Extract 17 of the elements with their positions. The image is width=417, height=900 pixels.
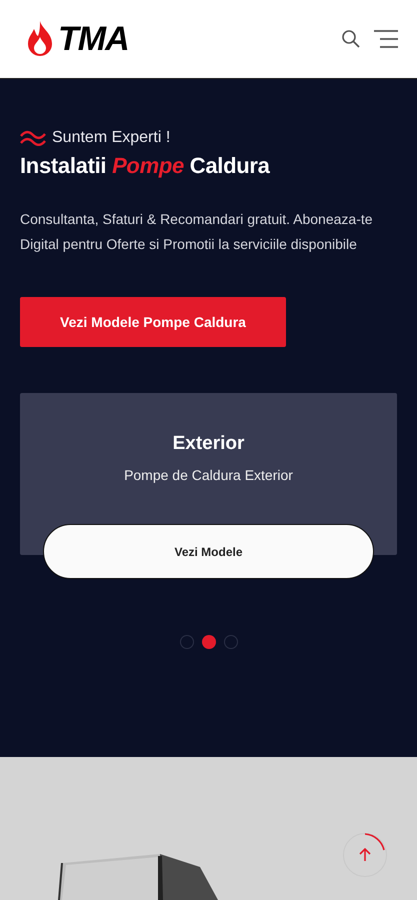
progress-arc xyxy=(364,833,385,851)
scroll-top-button[interactable] xyxy=(343,833,387,877)
search-icon[interactable] xyxy=(341,29,361,49)
carousel-dot[interactable] xyxy=(180,635,194,649)
models-button[interactable]: Vezi Modele Pompe Caldura xyxy=(20,297,286,347)
hero-title: Instalatii Pompe Caldura xyxy=(20,153,271,179)
slide-title: Exterior xyxy=(172,433,244,455)
arrow-up-icon xyxy=(359,848,371,862)
wave-icon xyxy=(20,130,46,146)
menu-icon[interactable] xyxy=(373,29,399,49)
hero-description: Consultanta, Sfaturi & Recomandari gratuit. Aboneaza-te Digital pentru Oferte si Promotii la serviciile disponibile xyxy=(20,210,374,254)
logo-text[interactable]: TMA xyxy=(58,20,129,58)
carousel-dot[interactable] xyxy=(224,635,238,649)
eyebrow-text: Suntem Experti ! xyxy=(52,129,170,147)
carousel-dot[interactable] xyxy=(202,635,216,649)
slide-button[interactable]: Vezi Modele xyxy=(43,524,374,579)
slide-subtitle: Pompe de Caldura Exterior xyxy=(124,467,293,483)
